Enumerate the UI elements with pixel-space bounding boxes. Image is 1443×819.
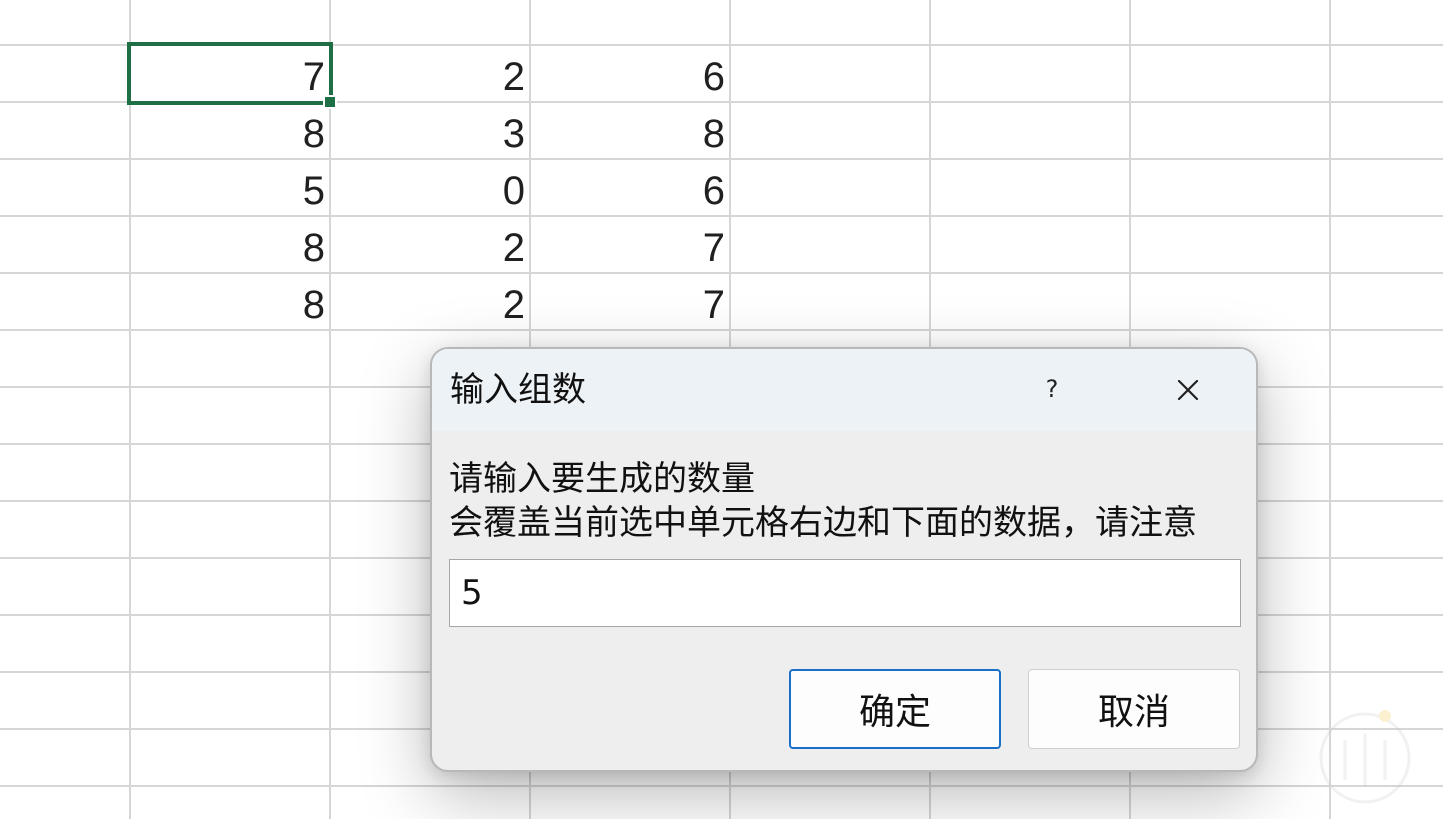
ok-button[interactable]: 确定 [789,669,1001,749]
cell-r5-c3[interactable]: 7 [531,274,731,331]
dialog-titlebar[interactable]: 输入组数 ? [432,349,1256,431]
watermark-logo-icon [1319,710,1411,804]
fill-handle[interactable] [323,95,337,109]
input-count-dialog: 输入组数 ? 请输入要生成的数量 会覆盖当前选中单元格右边和下面的数据，请注意 … [430,347,1258,772]
column-gridline [1329,0,1331,819]
active-cell-border [127,42,333,105]
spreadsheet-window: 7 2 6 8 3 8 5 0 6 8 2 7 8 2 7 输入组数 ? 请输入… [0,0,1443,819]
row-gridline [0,785,1443,787]
count-input[interactable] [449,559,1241,627]
cell-r4-c1[interactable]: 8 [131,217,331,274]
cell-r3-c3[interactable]: 6 [531,160,731,217]
prompt-text: 请输入要生成的数量 [449,459,755,499]
cell-r1-c3[interactable]: 6 [531,46,731,103]
cancel-button[interactable]: 取消 [1028,669,1240,749]
cell-r5-c2[interactable]: 2 [331,274,531,331]
cell-r2-c1[interactable]: 8 [131,103,331,160]
cell-r2-c2[interactable]: 3 [331,103,531,160]
cell-r3-c2[interactable]: 0 [331,160,531,217]
dialog-title: 输入组数 [450,370,586,410]
cell-r4-c2[interactable]: 2 [331,217,531,274]
cell-r2-c3[interactable]: 8 [531,103,731,160]
cell-r3-c1[interactable]: 5 [131,160,331,217]
cell-r4-c3[interactable]: 7 [531,217,731,274]
cell-r1-c2[interactable]: 2 [331,46,531,103]
close-button[interactable] [1167,369,1209,411]
help-button[interactable]: ? [1032,369,1072,409]
cell-r5-c1[interactable]: 8 [131,274,331,331]
close-icon [1177,379,1199,401]
warning-text: 会覆盖当前选中单元格右边和下面的数据，请注意 [449,503,1197,543]
